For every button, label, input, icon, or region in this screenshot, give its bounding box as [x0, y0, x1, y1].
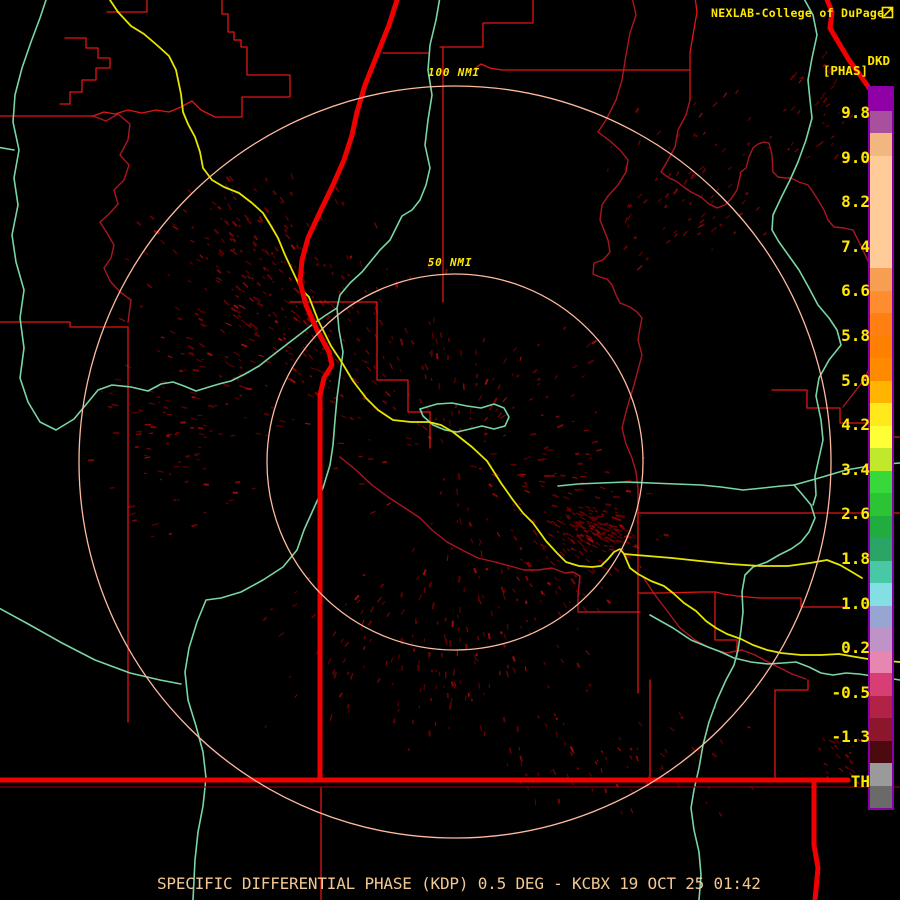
- color-scale-cell: [870, 515, 892, 538]
- color-scale-cell: [870, 133, 892, 156]
- inner-range-ring-label: 50 NMI: [427, 256, 473, 269]
- color-scale-cell: [870, 403, 892, 426]
- outer-range-ring-label: 100 NMI: [428, 66, 480, 79]
- color-scale-cell: [870, 448, 892, 471]
- color-scale-cell: [870, 583, 892, 606]
- product-caption: SPECIFIC DIFFERENTIAL PHASE (KDP) 0.5 DE…: [157, 874, 761, 893]
- radar-map: [0, 0, 900, 900]
- color-scale-tick-label: 1.8: [841, 549, 870, 568]
- color-scale-tick-label: 8.2: [841, 192, 870, 212]
- color-scale-cell: [870, 763, 892, 786]
- color-scale-cell: [870, 493, 892, 516]
- color-scale-tick-label: 7.4: [841, 236, 870, 256]
- color-scale-tick-label: 1.0: [841, 593, 870, 613]
- color-scale-cell: [870, 155, 892, 178]
- color-scale-tick-label: 2.6: [841, 504, 870, 524]
- color-scale-tick-label: 9.0: [841, 147, 870, 167]
- color-scale-cell: [870, 785, 892, 808]
- color-scale-cell: [870, 605, 892, 628]
- color-scale-cell: [870, 425, 892, 448]
- color-scale-cell: [870, 673, 892, 696]
- color-scale-cell: [870, 695, 892, 718]
- color-scale-cell: [870, 245, 892, 268]
- color-scale-tick-label: -0.5: [831, 682, 870, 702]
- color-scale-cell: [870, 268, 892, 291]
- color-scale-cell: [870, 223, 892, 246]
- color-scale-tick-label: 3.4: [841, 459, 870, 479]
- phase-label: [PHAS]: [822, 63, 868, 78]
- color-scale-tick-label: 5.8: [841, 326, 870, 345]
- county-boundary-lines: [92, 0, 886, 680]
- color-scale-tick-label: 5.0: [841, 370, 870, 390]
- color-scale-cell: [870, 740, 892, 763]
- color-scale-tick-label: 6.6: [841, 281, 870, 301]
- page-title: NEXLAB-College of DuPage: [711, 6, 885, 20]
- stream-lines: [0, 0, 900, 900]
- color-scale-cell: [870, 358, 892, 381]
- color-scale-tick-label: 9.8: [841, 103, 870, 122]
- color-scale-cell: [870, 110, 892, 133]
- color-scale-cell: [870, 313, 892, 336]
- color-scale-tick-label: 0.2: [841, 638, 870, 658]
- highway-lines: [0, 0, 900, 900]
- color-scale-tick-label: -1.3: [831, 727, 870, 747]
- color-scale-tick-label: 4.2: [841, 415, 870, 435]
- color-scale-cell: [870, 628, 892, 651]
- color-scale-cell: [870, 380, 892, 403]
- color-scale-cell: [870, 88, 892, 111]
- color-scale-cell: [870, 560, 892, 583]
- radar-display: NEXLAB-College of DuPage DKD [PHAS] 9.8 9…: [0, 0, 900, 900]
- cod-logo-icon: [881, 6, 894, 19]
- color-scale-bar: [868, 86, 894, 810]
- county-lines: [0, 0, 900, 900]
- color-scale-cell: [870, 200, 892, 223]
- color-scale-cell: [870, 290, 892, 313]
- color-scale-cell: [870, 718, 892, 741]
- color-scale-cell: [870, 178, 892, 201]
- color-scale-tick-label: TH: [850, 772, 870, 791]
- color-scale-cell: [870, 538, 892, 561]
- color-scale-cell: [870, 650, 892, 673]
- color-scale-cell: [870, 470, 892, 493]
- range-ring: [78, 85, 832, 839]
- range-rings: [78, 85, 832, 839]
- color-scale-cell: [870, 335, 892, 358]
